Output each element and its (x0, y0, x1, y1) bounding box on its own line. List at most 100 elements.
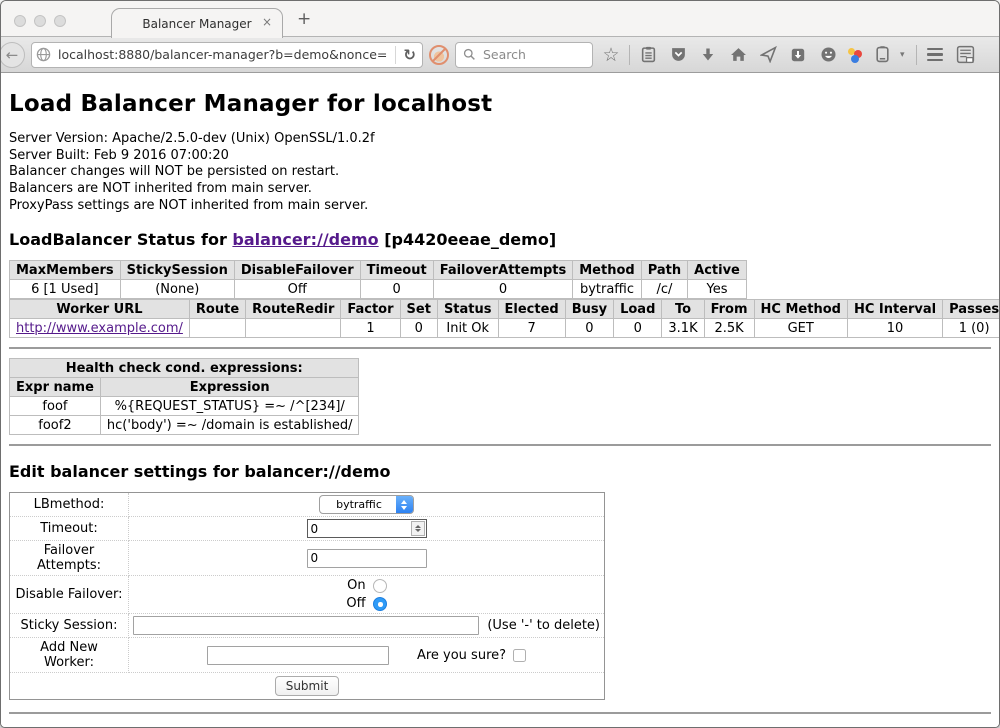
col-hc-interval: HC Interval (847, 300, 942, 319)
back-button[interactable]: ← (0, 42, 25, 68)
add-worker-input[interactable] (207, 646, 389, 665)
feedback-smiley-icon[interactable] (816, 43, 840, 67)
col-hc-method: HC Method (754, 300, 847, 319)
are-you-sure-label: Are you sure? (417, 648, 506, 663)
col-load: Load (614, 300, 662, 319)
timeout-row: Timeout: (10, 517, 605, 541)
page-title: Load Balancer Manager for localhost (9, 91, 991, 117)
col-to: To (662, 300, 704, 319)
cell-passes: 1 (0) (943, 319, 999, 338)
on-radio[interactable] (373, 579, 387, 593)
col-factor: Factor (341, 300, 400, 319)
downloads-icon[interactable] (696, 43, 720, 67)
search-icon (462, 43, 476, 67)
cell-stickysession: (None) (120, 280, 234, 299)
col-active: Active (688, 261, 747, 280)
edit-balancer-form: LBmethod: bytraffic Timeout: (9, 492, 605, 700)
timeout-input[interactable] (307, 519, 427, 538)
tab-close-icon[interactable]: × (262, 16, 272, 28)
lbmethod-select[interactable]: bytraffic (319, 495, 414, 514)
url-bar[interactable]: ↻ (31, 42, 423, 68)
bookmark-star-icon[interactable]: ☆ (599, 43, 623, 67)
status-heading-suffix: [p4420eeae_demo] (379, 230, 557, 249)
server-version-line: Server Version: Apache/2.5.0-dev (Unix) … (9, 131, 991, 148)
off-radio[interactable] (373, 597, 387, 611)
worker-url-link[interactable]: http://www.example.com/ (16, 321, 183, 336)
menu-hamburger-icon[interactable] (923, 43, 947, 67)
extension-colors-icon[interactable] (846, 47, 864, 63)
toolbar-separator (916, 45, 917, 65)
loadbalancer-status-heading: LoadBalancer Status for balancer://demo … (9, 230, 991, 249)
cell-expr-name-foof: foof (10, 397, 101, 416)
col-elected: Elected (498, 300, 565, 319)
cell-timeout: 0 (360, 280, 433, 299)
col-timeout: Timeout (360, 261, 433, 280)
reading-list-icon[interactable] (636, 43, 660, 67)
reload-icon[interactable]: ↻ (401, 46, 418, 64)
select-stepper-icon (396, 495, 413, 514)
col-maxmembers: MaxMembers (10, 261, 121, 280)
inherit-notice-line: Balancers are NOT inherited from main se… (9, 181, 991, 198)
send-tab-icon[interactable] (756, 43, 780, 67)
submit-button[interactable]: Submit (275, 676, 340, 696)
failover-attempts-input[interactable] (307, 549, 427, 568)
worker-header-row: Worker URL Route RouteRedir Factor Set S… (10, 300, 1000, 319)
cell-route (189, 319, 245, 338)
timeout-label: Timeout: (10, 517, 129, 541)
home-icon[interactable] (726, 43, 750, 67)
proxypass-notice-line: ProxyPass settings are NOT inherited fro… (9, 198, 991, 215)
cell-path: /c/ (641, 280, 687, 299)
search-input[interactable] (481, 46, 586, 63)
failover-attempts-row: Failover Attempts: (10, 541, 605, 576)
sticky-session-input[interactable] (133, 616, 479, 635)
worker-status-table: Worker URL Route RouteRedir Factor Set S… (9, 299, 999, 338)
sticky-session-hint: (Use '-' to delete) (487, 618, 600, 633)
tab-balancer-manager[interactable]: Balancer Manager × (111, 8, 283, 38)
lbmethod-label: LBmethod: (10, 493, 129, 517)
col-passes: Passes (943, 300, 999, 319)
cell-maxmembers: 6 [1 Used] (10, 280, 121, 299)
disable-failover-label: Disable Failover: (10, 576, 129, 614)
failover-attempts-label: Failover Attempts: (10, 541, 129, 576)
server-info: Server Version: Apache/2.5.0-dev (Unix) … (9, 131, 991, 214)
on-radio-label: On (347, 578, 365, 593)
save-to-device-icon[interactable] (786, 43, 810, 67)
close-window-button[interactable] (14, 15, 26, 27)
cell-expr-name-foof2: foof2 (10, 416, 101, 435)
sidebars-icon[interactable] (953, 43, 977, 67)
col-stickysession: StickySession (120, 261, 234, 280)
number-spinner-icon[interactable] (411, 521, 425, 536)
are-you-sure-checkbox[interactable] (513, 649, 526, 662)
device-battery-icon[interactable] (870, 43, 894, 67)
search-bar[interactable] (455, 42, 593, 68)
add-worker-row: Add New Worker: Are you sure? (10, 638, 605, 673)
cell-failoverattempts: 0 (433, 280, 573, 299)
content-blocked-icon[interactable] (429, 45, 449, 65)
off-radio-label: Off (346, 596, 365, 611)
cell-hc-interval: 10 (847, 319, 942, 338)
zoom-window-button[interactable] (54, 15, 66, 27)
cell-to: 3.1K (662, 319, 704, 338)
pocket-icon[interactable] (666, 43, 690, 67)
health-row-foof: foof %{REQUEST_STATUS} =~ /^[234]/ (10, 397, 359, 416)
col-set: Set (400, 300, 437, 319)
col-expression: Expression (100, 378, 359, 397)
titlebar: Balancer Manager × + (1, 1, 999, 37)
url-input[interactable] (56, 46, 390, 63)
toolbar-separator (629, 45, 630, 65)
section-divider (9, 444, 991, 446)
page-content: Load Balancer Manager for localhost Serv… (1, 73, 999, 728)
minimize-window-button[interactable] (34, 15, 46, 27)
lbmethod-row: LBmethod: bytraffic (10, 493, 605, 517)
window-controls (14, 15, 66, 27)
browser-window: Balancer Manager × + ← ↻ ☆ (0, 0, 1000, 728)
cell-expression-foof: %{REQUEST_STATUS} =~ /^[234]/ (100, 397, 359, 416)
globe-icon (36, 47, 51, 62)
balancer-demo-link[interactable]: balancer://demo (232, 230, 378, 249)
overflow-caret-icon[interactable]: ▾ (900, 50, 910, 60)
col-path: Path (641, 261, 687, 280)
new-tab-button[interactable]: + (297, 11, 311, 28)
cell-routeredir (246, 319, 341, 338)
col-expr-name: Expr name (10, 378, 101, 397)
col-status: Status (437, 300, 498, 319)
